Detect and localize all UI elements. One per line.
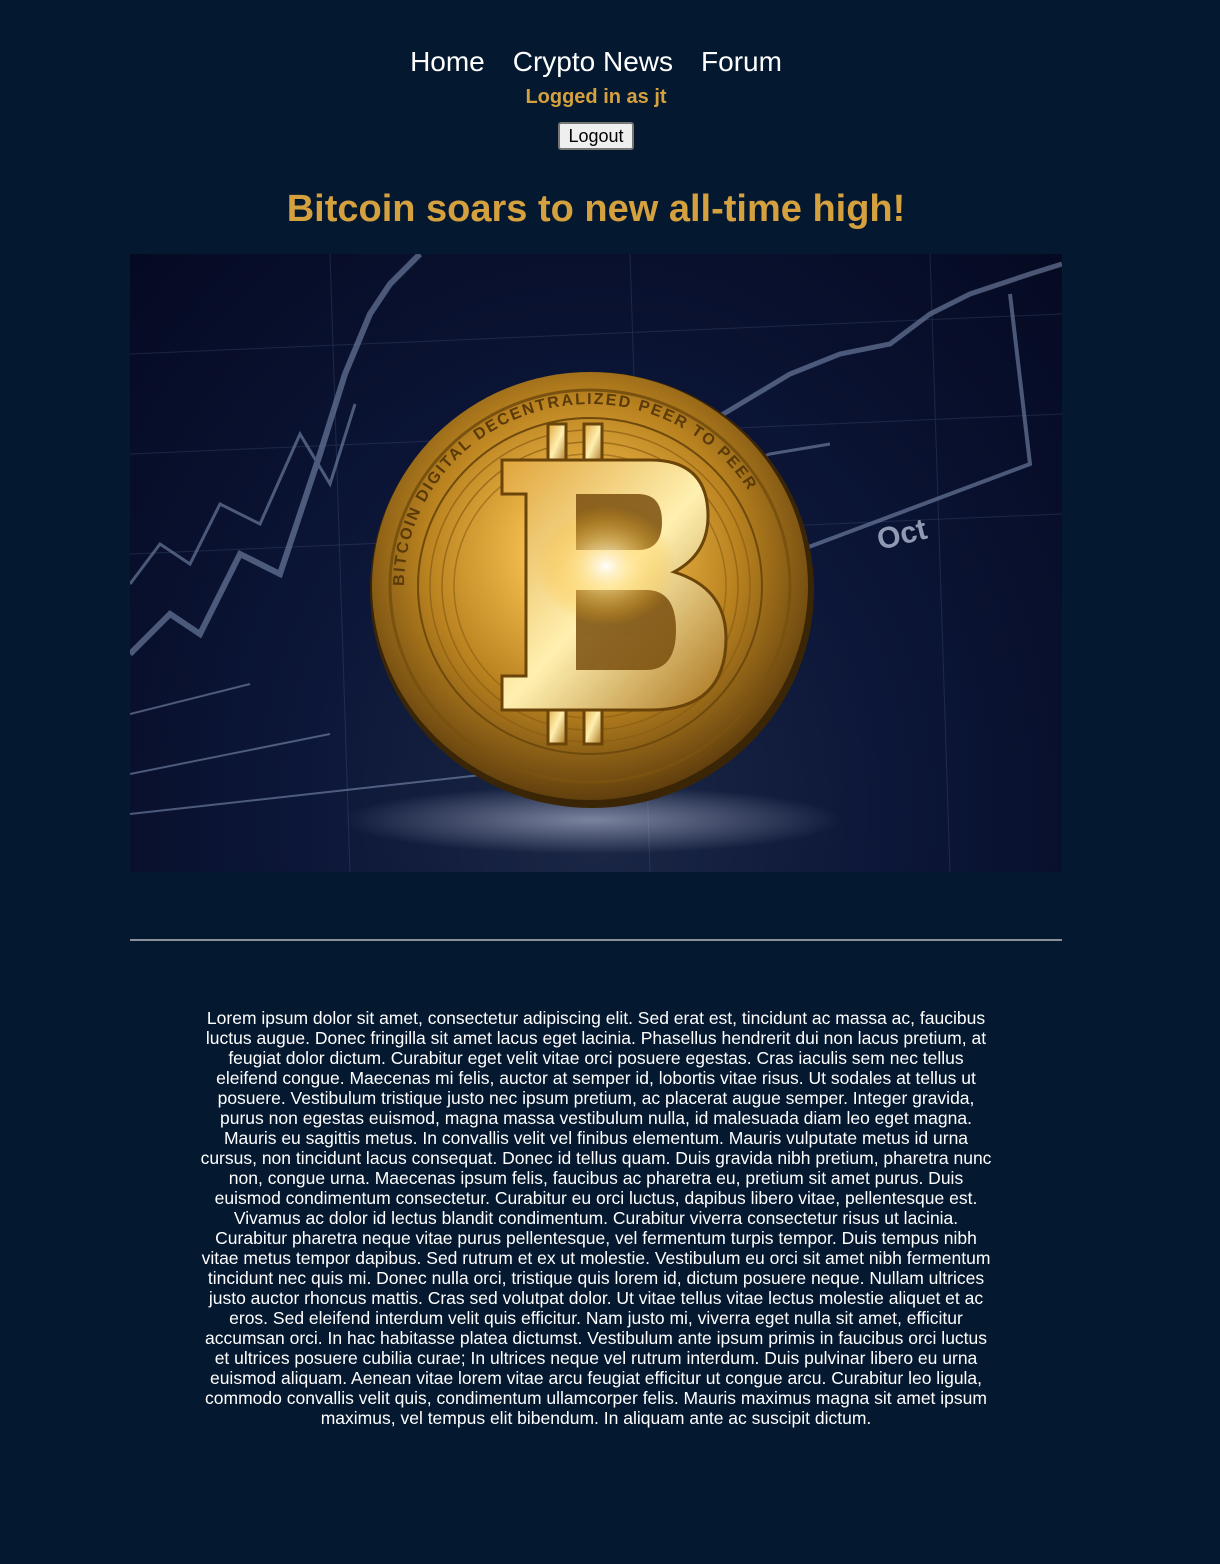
nav-link-forum[interactable]: Forum	[701, 46, 782, 77]
login-status: Logged in as jt	[525, 86, 667, 108]
article-title: Bitcoin soars to new all-time high!	[286, 188, 906, 230]
content-divider	[130, 939, 1062, 941]
logout-button[interactable]: Logout	[558, 122, 634, 150]
bitcoin-coin-image: Oct BITCOIN DIGITAL DECENTRALIZED PEER T…	[130, 254, 1062, 872]
nav-link-crypto-news[interactable]: Crypto News	[513, 46, 673, 77]
article-hero-image: Oct BITCOIN DIGITAL DECENTRALIZED PEER T…	[130, 254, 1062, 872]
article-body: Lorem ipsum dolor sit amet, consectetur …	[200, 1008, 992, 1428]
nav-link-home[interactable]: Home	[410, 46, 485, 77]
main-nav: Home Crypto News Forum	[0, 44, 1192, 80]
logout-container: Logout	[0, 122, 1192, 150]
bitcoin-coin: BITCOIN DIGITAL DECENTRALIZED PEER TO PE…	[370, 372, 814, 808]
